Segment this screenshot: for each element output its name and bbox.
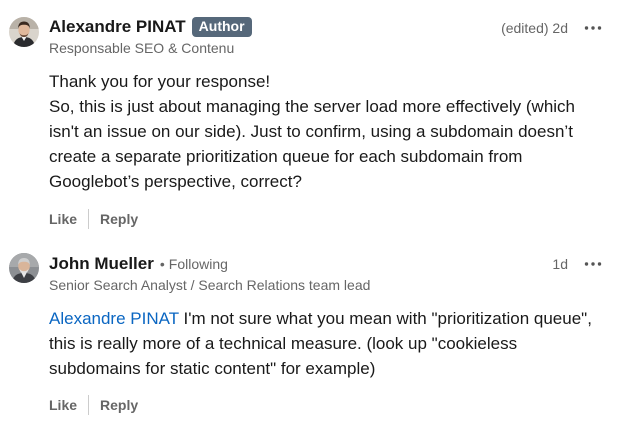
timestamp: 1d xyxy=(552,256,568,272)
comment-thread: Alexandre PINAT Author Responsable SEO &… xyxy=(0,0,617,428)
action-divider xyxy=(88,395,90,415)
author-headline: Senior Search Analyst / Search Relations… xyxy=(49,277,371,293)
ellipsis-icon[interactable] xyxy=(584,256,602,272)
author-name[interactable]: Alexandre PINAT xyxy=(49,17,186,37)
comment-line: Alexandre PINAT I'm not sure what you me… xyxy=(49,306,601,381)
profile-photo xyxy=(9,253,39,283)
following-status[interactable]: • Following xyxy=(160,256,228,272)
comment-header: John Mueller • Following xyxy=(49,254,228,274)
ellipsis-icon[interactable] xyxy=(584,20,602,36)
ellipsis-glyph xyxy=(584,26,602,30)
profile-photo xyxy=(9,17,39,47)
like-button[interactable]: Like xyxy=(49,397,77,413)
following-label: Following xyxy=(168,256,228,272)
separator-dot: • xyxy=(159,256,165,272)
comment-header: Alexandre PINAT Author xyxy=(49,17,252,37)
author-headline: Responsable SEO & Contenu xyxy=(49,40,235,56)
timestamp: (edited) 2d xyxy=(501,20,568,36)
comment-item: Alexandre PINAT Author Responsable SEO &… xyxy=(0,0,617,240)
comment-item: John Mueller • Following Senior Search An… xyxy=(0,240,617,428)
comment-body: Alexandre PINAT I'm not sure what you me… xyxy=(49,306,601,381)
comment-actions: Like Reply xyxy=(49,209,138,229)
avatar[interactable] xyxy=(9,17,39,47)
avatar[interactable] xyxy=(9,253,39,283)
comment-meta: (edited) 2d xyxy=(501,20,602,36)
reply-button[interactable]: Reply xyxy=(100,211,138,227)
comment-line: Thank you for your response! xyxy=(49,72,271,91)
comment-body: Thank you for your response! So, this is… xyxy=(49,69,601,194)
comment-line: So, this is just about managing the serv… xyxy=(49,97,576,191)
author-name[interactable]: John Mueller xyxy=(49,254,154,274)
comment-meta: 1d xyxy=(552,256,602,272)
ellipsis-glyph xyxy=(584,262,602,266)
comment-actions: Like Reply xyxy=(49,395,138,415)
action-divider xyxy=(88,209,90,229)
reply-button[interactable]: Reply xyxy=(100,397,138,413)
author-badge: Author xyxy=(191,17,252,37)
like-button[interactable]: Like xyxy=(49,211,77,227)
mention-link[interactable]: Alexandre PINAT xyxy=(49,309,179,328)
